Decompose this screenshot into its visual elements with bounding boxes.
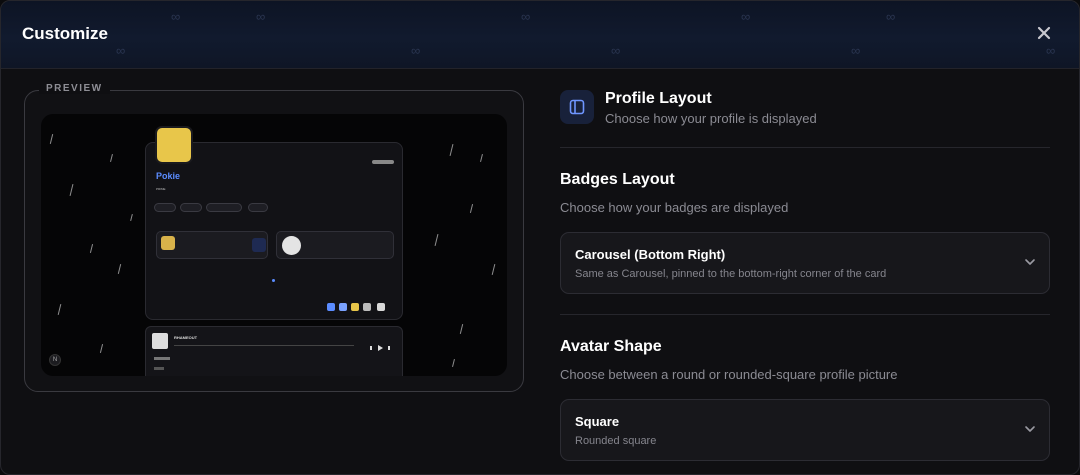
preview-rain-streak <box>449 144 454 156</box>
preview-discord-tile <box>156 231 268 259</box>
avatar-shape-description: Choose between a round or rounded-square… <box>560 367 898 382</box>
preview-discord-icon <box>252 238 266 252</box>
preview-player-controls <box>368 338 392 351</box>
close-button[interactable] <box>1032 21 1056 45</box>
link-pattern-icon: ∞ <box>521 9 531 24</box>
preview-rain-streak <box>117 264 122 274</box>
close-icon <box>1037 26 1051 40</box>
link-pattern-icon: ∞ <box>411 43 421 58</box>
preview-card-subtitle: PRIME <box>156 187 166 191</box>
badges-layout-selected-description: Same as Carousel, pinned to the bottom-r… <box>575 268 887 280</box>
preview-music-title: RHAMEOUT <box>174 335 198 340</box>
preview-view-count <box>372 160 394 164</box>
preview-progress-bar <box>174 345 354 346</box>
chevron-down-icon <box>1025 259 1035 265</box>
profile-layout-title: Profile Layout <box>605 90 712 107</box>
preview-pill <box>180 203 202 212</box>
preview-album-art <box>152 333 168 349</box>
customize-modal: ∞ ∞ ∞ ∞ ∞ ∞ ∞ ∞ ∞ ∞ Customize PREVIEW Pokie PRIME <box>0 0 1080 475</box>
badges-layout-description: Choose how your badges are displayed <box>560 200 789 215</box>
link-pattern-icon: ∞ <box>1046 43 1056 58</box>
preview-badge <box>327 303 335 311</box>
preview-badge <box>339 303 347 311</box>
badges-layout-select[interactable]: Carousel (Bottom Right) Same as Carousel… <box>560 232 1050 294</box>
modal-header: ∞ ∞ ∞ ∞ ∞ ∞ ∞ ∞ ∞ ∞ Customize <box>1 1 1079 69</box>
preview-rain-streak <box>491 264 496 275</box>
badges-layout-title: Badges Layout <box>560 171 675 188</box>
preview-tile-avatar <box>282 236 301 255</box>
preview-pill <box>248 203 268 212</box>
link-pattern-icon: ∞ <box>116 43 126 58</box>
preview-rain-streak <box>110 153 113 163</box>
preview-profile-card: Pokie PRIME <box>145 142 403 320</box>
preview-rain-streak <box>99 344 104 353</box>
modal-title: Customize <box>22 24 108 43</box>
preview-corner-badge: N <box>49 354 61 366</box>
play-icon <box>370 345 390 351</box>
preview-rain-streak <box>49 134 54 144</box>
profile-layout-icon-box <box>560 90 594 124</box>
preview-badge <box>351 303 359 311</box>
preview-pill <box>154 203 176 212</box>
profile-layout-description: Choose how your profile is displayed <box>605 111 817 126</box>
avatar-shape-selected-description: Rounded square <box>575 435 657 447</box>
preview-rain-streak <box>452 358 455 368</box>
section-divider <box>560 147 1050 148</box>
preview-pill <box>206 203 242 212</box>
badges-layout-selected-value: Carousel (Bottom Right) <box>575 247 726 262</box>
preview-badge <box>363 303 371 311</box>
link-pattern-icon: ∞ <box>256 9 266 24</box>
preview-rain-streak <box>480 153 483 163</box>
chevron-down-icon <box>1025 426 1035 432</box>
section-divider <box>560 314 1050 315</box>
header-pattern: ∞ ∞ ∞ ∞ ∞ ∞ ∞ ∞ ∞ ∞ <box>1 1 1079 68</box>
link-pattern-icon: ∞ <box>741 9 751 24</box>
link-pattern-icon: ∞ <box>611 43 621 58</box>
layout-sidebar-icon <box>569 99 585 115</box>
preview-tile-avatar <box>161 236 175 250</box>
link-pattern-icon: ∞ <box>886 9 896 24</box>
preview-avatar <box>155 126 193 164</box>
preview-badge <box>377 303 385 311</box>
preview-rain-streak <box>69 184 74 196</box>
preview-rain-streak <box>130 213 133 222</box>
preview-user-tile <box>276 231 394 259</box>
preview-rain-streak <box>434 234 439 246</box>
preview-label: PREVIEW <box>39 83 110 94</box>
preview-music-player: RHAMEOUT <box>145 326 403 376</box>
avatar-shape-selected-value: Square <box>575 414 620 429</box>
preview-screen: Pokie PRIME RHAMEOUT N <box>41 114 507 376</box>
avatar-shape-title: Avatar Shape <box>560 338 662 355</box>
preview-rain-streak <box>89 244 94 253</box>
preview-rain-streak <box>57 304 62 315</box>
preview-text-line <box>154 357 170 360</box>
link-pattern-icon: ∞ <box>171 9 181 24</box>
preview-carousel-dot <box>272 279 275 282</box>
link-pattern-icon: ∞ <box>851 43 861 58</box>
preview-rain-streak <box>469 204 474 213</box>
avatar-shape-select[interactable]: Square Rounded square <box>560 399 1050 461</box>
preview-card-name: Pokie <box>156 171 181 181</box>
preview-rain-streak <box>459 324 464 334</box>
preview-text-line <box>154 367 164 370</box>
